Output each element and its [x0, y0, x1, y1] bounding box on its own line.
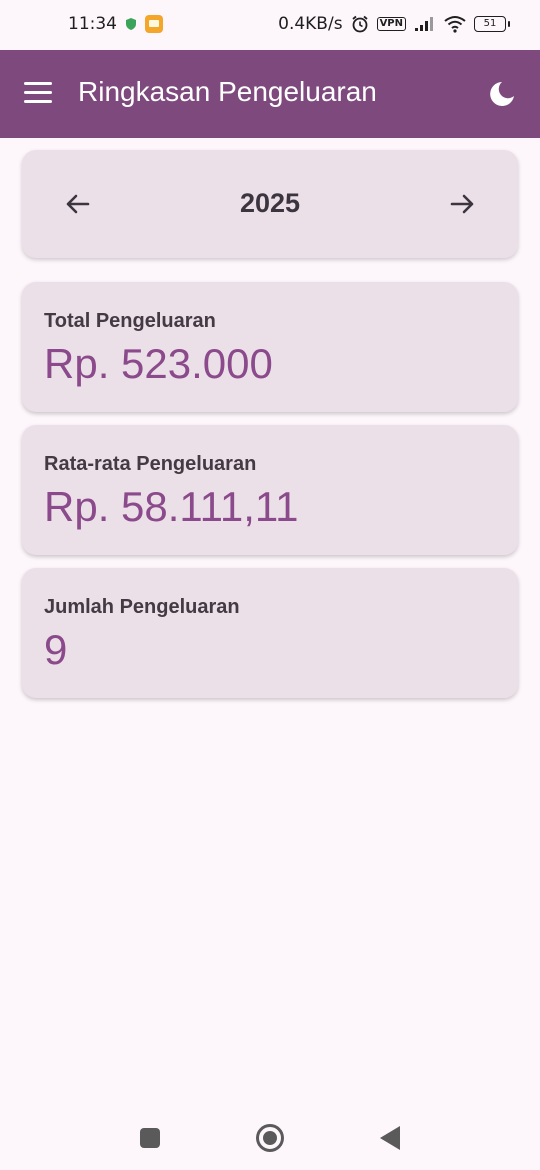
stat-value: Rp. 58.111,11	[44, 483, 299, 530]
stat-label: Rata-rata Pengeluaran	[44, 453, 257, 475]
average-expense-card: Rata-rata Pengeluaran Rp. 58.111,11	[22, 425, 518, 555]
network-speed: 0.4KB/s	[278, 14, 343, 34]
vpn-icon: VPN	[376, 17, 406, 31]
signal-icon	[415, 17, 433, 31]
menu-icon[interactable]	[24, 82, 52, 106]
year-selector: 2025	[22, 150, 518, 258]
year-label: 2025	[239, 188, 301, 218]
shield-icon	[126, 18, 136, 30]
status-bar: 11:34 0.4KB/s VPN 51	[0, 0, 540, 50]
system-nav-bar	[0, 1100, 540, 1170]
back-icon[interactable]	[380, 1126, 400, 1150]
wifi-icon	[444, 16, 466, 33]
page-title: Ringkasan Pengeluaran	[78, 76, 377, 107]
app-bar: Ringkasan Pengeluaran	[0, 50, 540, 138]
recent-apps-icon[interactable]	[140, 1128, 160, 1148]
status-time: 11:34	[68, 14, 117, 34]
stat-value: 9	[44, 626, 68, 673]
battery-icon: 51	[474, 16, 510, 32]
stat-value: Rp. 523.000	[44, 340, 273, 387]
expense-count-card: Jumlah Pengeluaran 9	[22, 568, 518, 698]
stat-label: Total Pengeluaran	[44, 310, 216, 332]
home-icon[interactable]	[256, 1124, 284, 1152]
total-expense-card: Total Pengeluaran Rp. 523.000	[22, 282, 518, 412]
notification-icon	[145, 15, 163, 33]
stat-label: Jumlah Pengeluaran	[44, 596, 240, 618]
alarm-icon	[351, 15, 368, 33]
moon-icon[interactable]	[488, 80, 516, 108]
arrow-right-icon[interactable]	[446, 188, 478, 220]
